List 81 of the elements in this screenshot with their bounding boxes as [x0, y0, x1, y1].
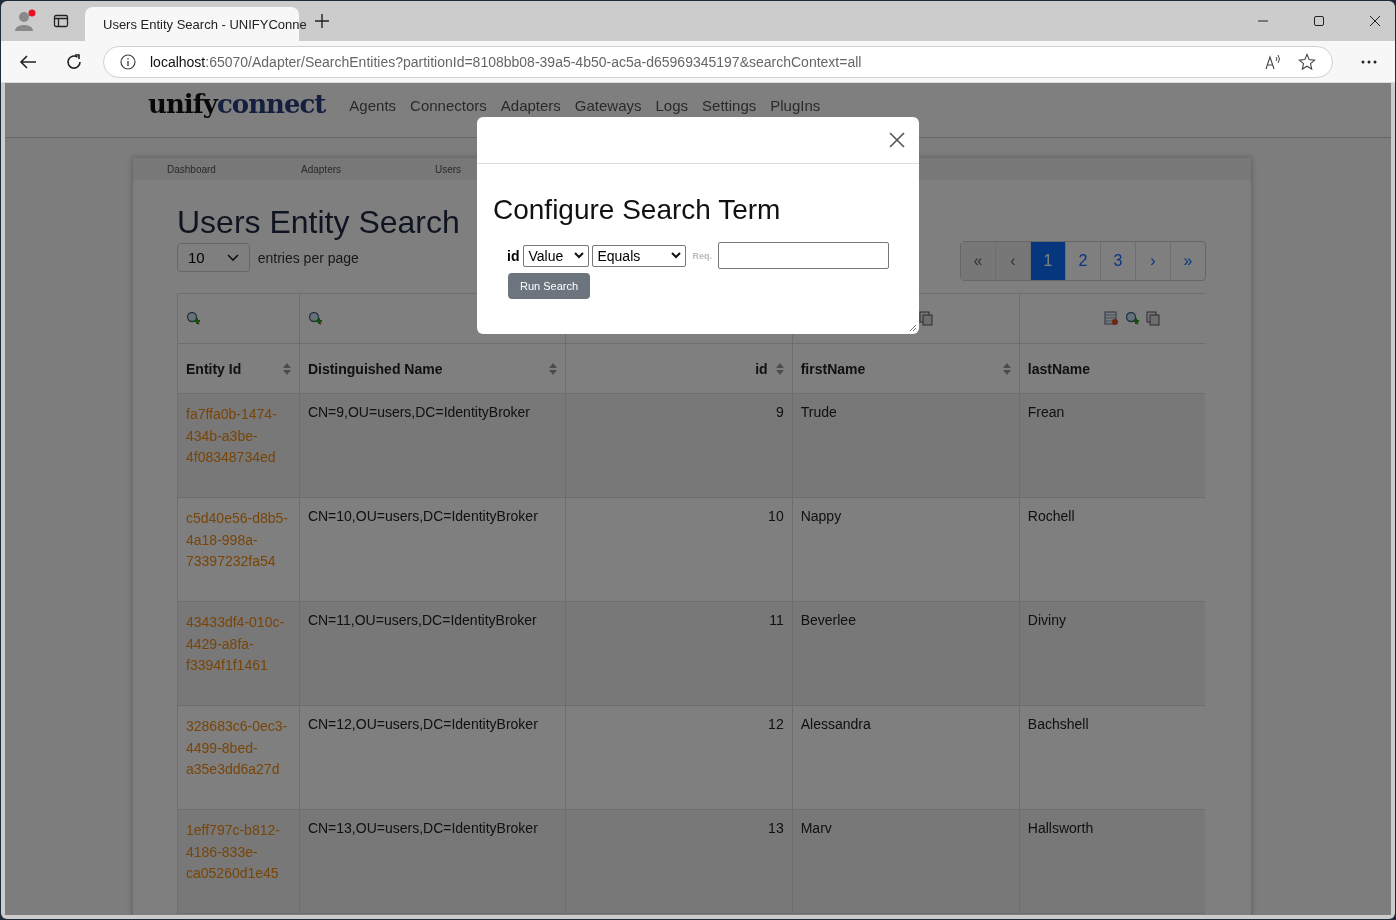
copy-icon[interactable]: [1146, 311, 1162, 326]
info-icon: [120, 53, 136, 70]
nav-link[interactable]: Settings: [702, 97, 757, 114]
field-label: id: [507, 247, 520, 264]
dialog-title: Configure Search Term: [493, 194, 782, 226]
table-cell: 13: [768, 820, 784, 836]
resize-handle-icon[interactable]: [909, 324, 917, 332]
zoom-plus-icon[interactable]: [186, 311, 201, 326]
caret-icon: [226, 253, 239, 262]
select-field[interactable]: Equals: [592, 244, 687, 267]
page-size-select[interactable]: 10: [177, 243, 250, 272]
maximize-icon[interactable]: [1313, 15, 1325, 27]
value-input[interactable]: [717, 242, 889, 269]
breadcrumb-link[interactable]: Dashboard: [167, 163, 301, 175]
sort-icon[interactable]: [548, 362, 557, 375]
sort-icon[interactable]: [775, 362, 784, 375]
table-cell: Hallsworth: [1027, 820, 1094, 836]
column-header[interactable]: lastName: [1027, 360, 1091, 377]
page-link[interactable]: 2: [1065, 242, 1100, 280]
nav-link[interactable]: Gateways: [574, 97, 642, 114]
logo[interactable]: unifyconnect: [148, 89, 326, 119]
more-icon[interactable]: [1361, 59, 1377, 64]
close-icon[interactable]: [1369, 15, 1381, 27]
table-cell: CN=9,OU=users,DC=IdentityBroker: [307, 404, 531, 420]
table-cell: 12: [768, 716, 784, 732]
table-cell: CN=13,OU=users,DC=IdentityBroker: [307, 820, 538, 836]
table-cell: Alessandra: [800, 716, 871, 732]
caret-icon: [574, 252, 585, 259]
table-cell: Trude: [800, 404, 837, 420]
page-link[interactable]: «: [961, 242, 995, 280]
table-cell: Nappy: [800, 508, 842, 524]
profile-icon[interactable]: [13, 9, 37, 33]
table-icon[interactable]: [1104, 311, 1120, 326]
page-size-label: entries per page: [257, 249, 359, 266]
nav-link[interactable]: PlugIns: [770, 97, 821, 114]
table-cell: 9: [775, 404, 784, 420]
page-link[interactable]: ‹: [995, 242, 1030, 280]
nav-link[interactable]: Agents: [349, 97, 397, 114]
column-header[interactable]: id: [755, 360, 768, 377]
tab-title: Users Entity Search - UNIFYConne: [103, 16, 307, 32]
page-link[interactable]: 1: [1030, 242, 1065, 280]
table-cell: Rochell: [1027, 508, 1075, 524]
tab-actions-icon[interactable]: [53, 13, 69, 29]
new-tab-icon[interactable]: [315, 14, 329, 28]
close-button[interactable]: [889, 132, 905, 148]
column-header[interactable]: firstName: [800, 360, 866, 377]
nav-link[interactable]: Adapters: [500, 97, 561, 114]
page-link[interactable]: 3: [1100, 242, 1135, 280]
select-field[interactable]: Value: [523, 244, 590, 267]
run-search-button[interactable]: Run Search: [508, 273, 591, 299]
breadcrumb-link[interactable]: Adapters: [301, 163, 435, 175]
table-cell: Frean: [1027, 404, 1065, 420]
table-cell: CN=10,OU=users,DC=IdentityBroker: [307, 508, 538, 524]
close-icon: [889, 132, 905, 148]
nav-link[interactable]: Logs: [655, 97, 689, 114]
zoom-plus-icon[interactable]: [307, 311, 323, 326]
column-header[interactable]: Entity Id: [186, 360, 242, 377]
table-cell: Bachshell: [1027, 716, 1089, 732]
zoom-plus-icon[interactable]: [1125, 311, 1141, 326]
nav-link[interactable]: Connectors: [410, 97, 487, 114]
required-hint: Req.: [692, 250, 712, 261]
table-cell: 11: [769, 612, 784, 628]
column-header[interactable]: Distinguished Name: [307, 360, 443, 377]
caret-icon: [671, 252, 682, 259]
sort-icon[interactable]: [1002, 362, 1011, 375]
reload-icon[interactable]: [65, 52, 83, 71]
table-cell: CN=12,OU=users,DC=IdentityBroker: [307, 716, 538, 732]
page-title: Users Entity Search: [177, 204, 460, 241]
star-icon[interactable]: [1298, 52, 1316, 71]
copy-icon[interactable]: [919, 311, 935, 326]
page-link[interactable]: »: [1170, 242, 1205, 280]
page-link[interactable]: ›: [1135, 242, 1170, 280]
address-bar[interactable]: localhost:65070/Adapter/SearchEntities?partitionId=8108bb08-39a5-4b50-ac5a-d65969345197&searchContext=all: [103, 45, 1333, 78]
table-cell: Beverlee: [800, 612, 856, 628]
back-icon[interactable]: [19, 53, 37, 70]
url-text: localhost:65070/Adapter/SearchEntities?partitionId=8108bb08-39a5-4b50-ac5a-d65969345197&searchContext=all: [150, 53, 862, 70]
table-cell: 10: [768, 508, 784, 524]
table-cell: Diviny: [1027, 612, 1066, 628]
table-cell: CN=11,OU=users,DC=IdentityBroker: [307, 612, 537, 628]
sort-icon[interactable]: [282, 362, 291, 375]
table-cell: Marv: [800, 820, 832, 836]
